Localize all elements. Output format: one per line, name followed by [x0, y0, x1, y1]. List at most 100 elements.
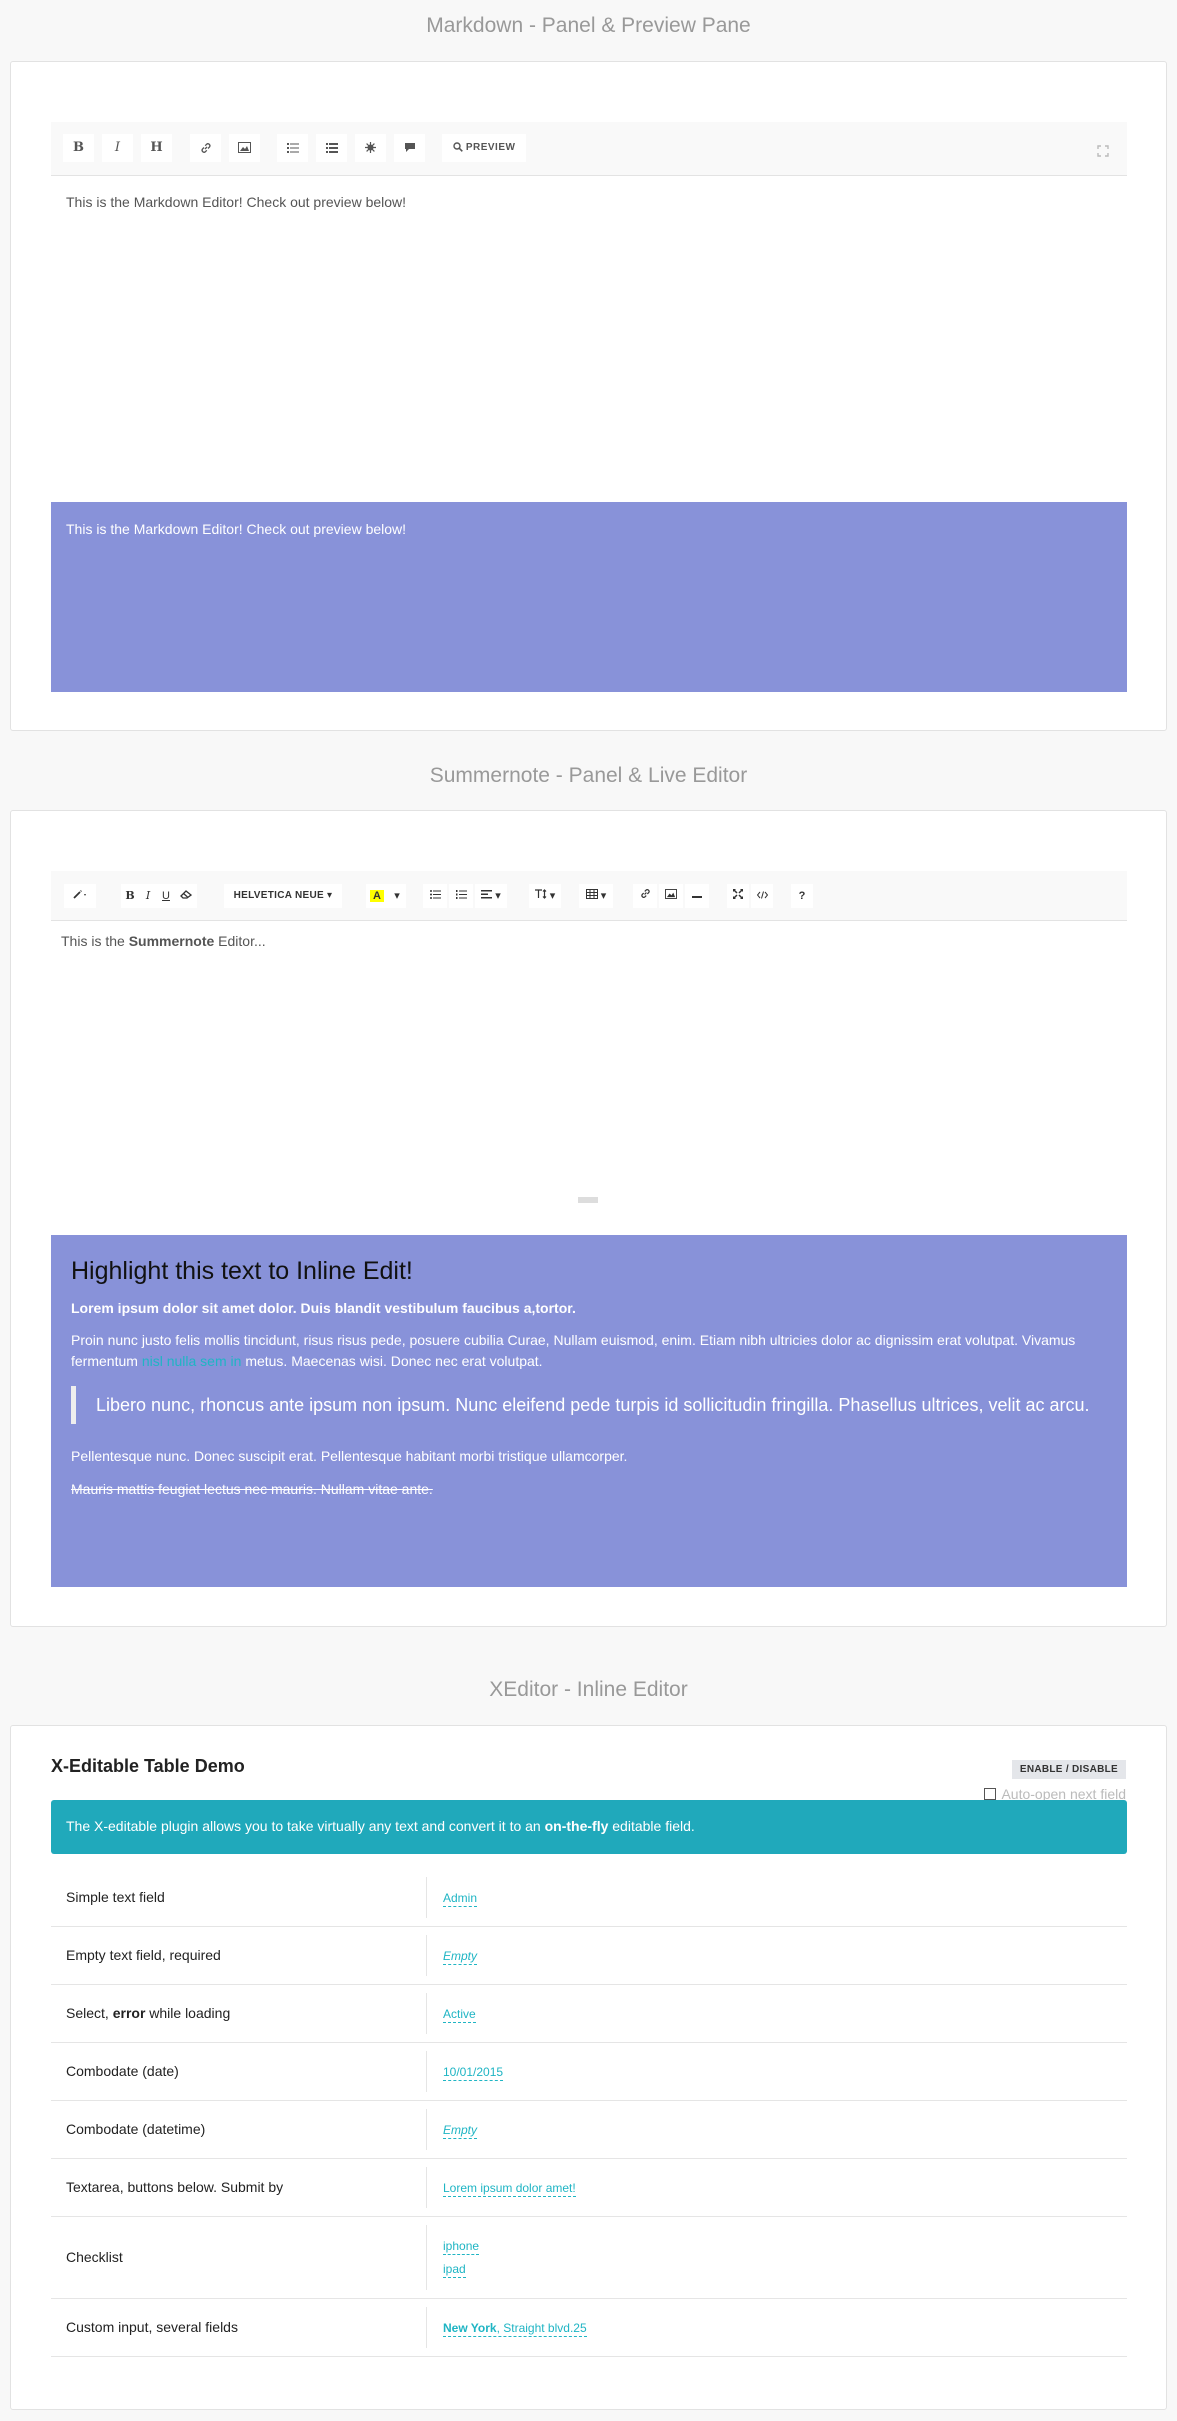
- editable-value[interactable]: New York, Straight blvd.25: [443, 2320, 587, 2337]
- italic-button[interactable]: I: [139, 884, 157, 908]
- link-button[interactable]: [633, 884, 657, 908]
- picture-button[interactable]: [659, 884, 683, 908]
- eraser-icon: [180, 890, 193, 899]
- editable-value[interactable]: Lorem ipsum dolor amet!: [443, 2180, 576, 2197]
- align-left-icon: [481, 890, 493, 899]
- editable-value-bold: New York: [443, 2321, 497, 2335]
- help-button[interactable]: ?: [791, 884, 813, 908]
- ordered-list-button[interactable]: [449, 884, 473, 908]
- table-row: Checklist iphone ipad: [51, 2217, 1127, 2299]
- editable-value-rest: , Straight blvd.25: [496, 2321, 587, 2335]
- unordered-list-button[interactable]: [423, 884, 447, 908]
- markdown-section-title: Markdown - Panel & Preview Pane: [426, 14, 751, 37]
- editable-value[interactable]: Empty: [443, 1948, 478, 1965]
- markdown-editor-textarea[interactable]: This is the Markdown Editor! Check out p…: [66, 194, 406, 210]
- summernote-toolbar: B I U HELVETICA NEUE ▾ A ▾ ▾ ▾ ▾ ?: [51, 871, 1127, 921]
- unordered-list-icon: [286, 142, 299, 153]
- editable-value[interactable]: Admin: [443, 1890, 478, 1907]
- unordered-list-icon: [429, 890, 441, 899]
- ordered-list-icon: [325, 142, 338, 153]
- table-icon: [585, 889, 598, 899]
- font-name-dropdown[interactable]: HELVETICA NEUE ▾: [224, 884, 342, 908]
- live-strikethrough-text: Mauris mattis feugiat lectus nec mauris.…: [71, 1481, 433, 1497]
- fullscreen-button[interactable]: [1097, 144, 1109, 160]
- code-view-button[interactable]: [751, 884, 773, 908]
- ordered-list-icon: [455, 890, 467, 899]
- quote-icon: [404, 143, 415, 152]
- minus-icon: [692, 896, 702, 898]
- row-label-bold: error: [112, 2005, 146, 2021]
- bold-button[interactable]: B: [63, 134, 94, 162]
- ordered-list-button[interactable]: [316, 134, 347, 162]
- markdown-panel: B I H PREVIEW This is the Markdown Edito…: [10, 61, 1167, 731]
- xeditor-table-title: X-Editable Table Demo: [51, 1756, 245, 1776]
- enable-disable-button[interactable]: ENABLE / DISABLE: [1011, 1760, 1126, 1779]
- live-paragraph: Proin nunc justo felis mollis tincidunt,…: [71, 1330, 1107, 1372]
- text-color-icon: A: [370, 890, 384, 902]
- table-row: Custom input, several fields New York, S…: [51, 2299, 1127, 2357]
- row-label: Textarea, buttons below. Submit by: [66, 2179, 284, 2195]
- row-label: Empty text field, required: [66, 1947, 221, 1963]
- paragraph-align-dropdown[interactable]: ▾: [475, 884, 507, 908]
- search-icon: [452, 142, 463, 153]
- quote-button[interactable]: [394, 134, 425, 162]
- editable-value[interactable]: Active: [443, 2006, 476, 2023]
- bold-button[interactable]: B: [121, 884, 139, 908]
- text-color-button[interactable]: A: [366, 884, 388, 908]
- heading-button[interactable]: H: [141, 134, 172, 162]
- style-dropdown[interactable]: [64, 884, 96, 908]
- live-paragraph-link[interactable]: nisl nulla sem in: [142, 1353, 242, 1369]
- horizontal-rule-button[interactable]: [685, 884, 709, 908]
- link-icon: [200, 142, 211, 153]
- preview-label: PREVIEW: [465, 142, 516, 153]
- editable-value[interactable]: ipad: [443, 2261, 466, 2278]
- image-button[interactable]: [229, 134, 260, 162]
- underline-button[interactable]: U: [157, 884, 175, 908]
- table-row: Combodate (datetime) Empty: [51, 2101, 1127, 2159]
- unordered-list-button[interactable]: [277, 134, 308, 162]
- table-row: Select, error while loading Active: [51, 1985, 1127, 2043]
- preview-button[interactable]: PREVIEW: [442, 134, 526, 162]
- font-name-value: HELVETICA NEUE: [233, 890, 324, 901]
- text-height-icon: [534, 889, 547, 899]
- xeditable-table: Simple text field Admin Empty text field…: [51, 1869, 1127, 2357]
- code-button[interactable]: [355, 134, 386, 162]
- caret-down-icon: ▾: [600, 890, 607, 902]
- line-height-dropdown[interactable]: ▾: [529, 884, 561, 908]
- xeditor-info-alert: The X-editable plugin allows you to take…: [51, 1800, 1127, 1854]
- fullscreen-button[interactable]: [727, 884, 749, 908]
- alert-text-bold: on-the-fly: [544, 1818, 609, 1834]
- summernote-panel: B I U HELVETICA NEUE ▾ A ▾ ▾ ▾ ▾ ? This …: [10, 810, 1167, 1627]
- clear-format-button[interactable]: [175, 884, 197, 908]
- row-label: Custom input, several fields: [66, 2319, 238, 2335]
- row-label: Simple text field: [66, 1889, 165, 1905]
- resize-handle[interactable]: [578, 1197, 598, 1203]
- row-label: Combodate (datetime): [66, 2121, 206, 2137]
- editable-value[interactable]: Empty: [443, 2122, 478, 2139]
- inline-live-editor[interactable]: Highlight this text to Inline Edit! Lore…: [51, 1235, 1127, 1587]
- code-icon: [365, 142, 376, 153]
- editor-text-after: Editor...: [218, 933, 266, 949]
- fullscreen-icon: [1097, 145, 1109, 157]
- row-label-before: Select,: [66, 2005, 109, 2021]
- live-bold-line: Lorem ipsum dolor sit amet dolor. Duis b…: [71, 1300, 576, 1316]
- table-row: Combodate (date) 10/01/2015: [51, 2043, 1127, 2101]
- checkbox-icon: [984, 1788, 997, 1800]
- table-row: Textarea, buttons below. Submit by Lorem…: [51, 2159, 1127, 2217]
- italic-button[interactable]: I: [102, 134, 133, 162]
- table-dropdown[interactable]: ▾: [579, 884, 613, 908]
- summernote-editor-area[interactable]: This is the Summernote Editor...: [61, 933, 266, 949]
- summernote-section-title: Summernote - Panel & Live Editor: [429, 764, 748, 787]
- image-icon: [238, 142, 251, 153]
- text-color-dropdown[interactable]: ▾: [388, 884, 406, 908]
- caret-down-icon: ▾: [394, 890, 400, 902]
- link-button[interactable]: [190, 134, 221, 162]
- table-row: Empty text field, required Empty: [51, 1927, 1127, 1985]
- xeditor-panel: X-Editable Table Demo ENABLE / DISABLE A…: [10, 1725, 1167, 2410]
- editable-value[interactable]: iphone: [443, 2238, 480, 2255]
- caret-down-icon: ▾: [549, 890, 556, 902]
- alert-text-after: editable field.: [612, 1818, 695, 1834]
- editable-value[interactable]: 10/01/2015: [443, 2064, 504, 2081]
- live-paragraph-end: metus. Maecenas wisi. Donec nec erat vol…: [245, 1353, 543, 1369]
- fullscreen-icon: [733, 889, 743, 899]
